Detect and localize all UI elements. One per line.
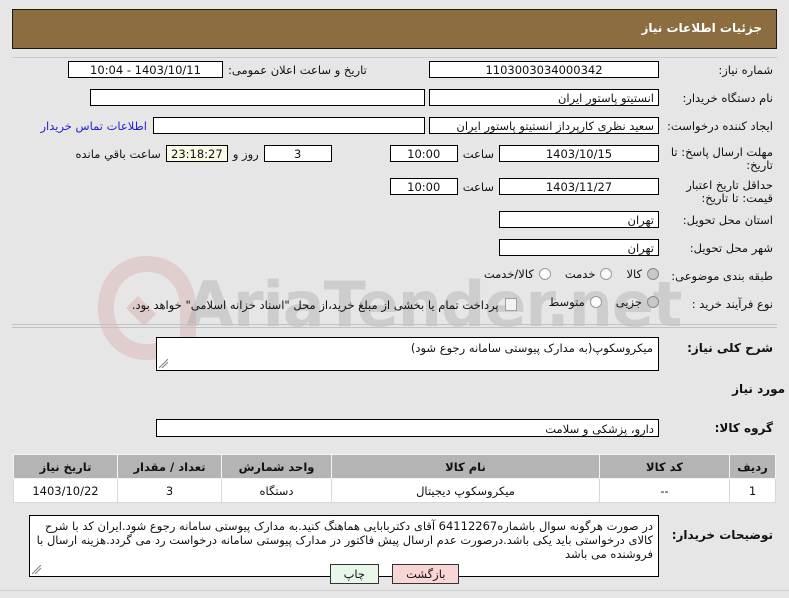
row-response-deadline: مهلت ارسال پاسخ: تا تاریخ: 1403/10/15 سا… xyxy=(12,142,777,175)
row-purchase-process: نوع فرآیند خرید : جزیی متوسط پرداخت تمام… xyxy=(12,292,777,320)
th-name: نام کالا xyxy=(331,454,600,479)
response-deadline-date-field[interactable]: 1403/10/15 xyxy=(499,145,659,162)
resize-grip-icon[interactable] xyxy=(159,359,169,369)
print-button[interactable]: چاپ xyxy=(329,564,380,584)
row-items-table: ردیف کد کالا نام کالا واحد شمارش تعداد /… xyxy=(12,444,777,506)
delivery-city-field[interactable]: تهران xyxy=(499,239,659,256)
buyer-org-label: نام دستگاه خریدار: xyxy=(682,91,773,105)
subject-classification-group: کالا خدمت کالا/خدمت xyxy=(470,267,659,281)
th-row-no: ردیف xyxy=(729,454,776,479)
requester-secondary-field[interactable] xyxy=(153,117,425,134)
cell-row-no: 1 xyxy=(729,478,776,503)
purchase-process-group: جزیی متوسط xyxy=(535,295,659,309)
countdown-timer-field: 23:18:27 xyxy=(165,145,228,162)
row-price-validity: حداقل تاریخ اعتبار قیمت: تا تاریخ: 1403/… xyxy=(12,175,777,208)
price-validity-date-field[interactable]: 1403/11/27 xyxy=(499,178,659,195)
goods-group-label: گروه کالا: xyxy=(714,421,773,435)
goods-group-field[interactable]: دارو، پزشکی و سلامت xyxy=(156,419,659,437)
radio-icon[interactable] xyxy=(600,268,613,280)
need-number-field[interactable]: 1103003034000342 xyxy=(429,61,659,78)
radio-label: متوسط xyxy=(548,295,585,309)
price-validity-time-label: ساعت xyxy=(462,180,494,194)
general-description-label: شرح کلی نیاز: xyxy=(687,341,773,355)
delivery-province-field[interactable]: تهران xyxy=(499,211,659,228)
back-button[interactable]: بازگشت xyxy=(392,564,460,584)
price-validity-label: حداقل تاریخ اعتبار قیمت: تا تاریخ: xyxy=(686,178,773,205)
general-description-value: میکروسکوپ(به مدارک پیوستی سامانه رجوع شو… xyxy=(410,341,653,355)
subject-classification-label: طبقه بندی موضوعی: xyxy=(671,269,773,283)
response-deadline-label: مهلت ارسال پاسخ: تا تاریخ: xyxy=(670,145,773,172)
row-subject-classification: طبقه بندی موضوعی: کالا خدمت کالا/خدمت xyxy=(12,264,777,292)
tender-details-page: AriaTender.net جزئیات اطلاعات نیاز شماره… xyxy=(0,0,789,598)
th-qty: تعداد / مقدار xyxy=(117,454,222,479)
th-need-date: تاریخ نیاز xyxy=(13,454,118,479)
requester-label: ایجاد کننده درخواست: xyxy=(667,119,773,133)
announce-datetime-label: تاریخ و ساعت اعلان عمومی: xyxy=(228,63,367,77)
radio-icon[interactable] xyxy=(538,268,551,280)
details-panel: شماره نیاز: 1103003034000342 تاریخ و ساع… xyxy=(12,57,789,580)
treasury-bonds-checkbox[interactable] xyxy=(504,298,517,311)
general-description-textarea[interactable]: میکروسکوپ(به مدارک پیوستی سامانه رجوع شو… xyxy=(156,337,659,371)
goods-section-title: اطلاعات کالاهاي مورد نیاز xyxy=(732,382,789,396)
row-delivery-city: شهر محل تحویل: تهران xyxy=(12,236,777,264)
row-buyer-org: نام دستگاه خریدار: انستیتو پاستور ایران xyxy=(12,86,777,114)
table-header-row: ردیف کد کالا نام کالا واحد شمارش تعداد /… xyxy=(13,454,776,479)
requester-field[interactable]: سعید نظری کارپرداز انستیتو پاستور ایران xyxy=(429,117,659,134)
radio-label: کالا/خدمت xyxy=(483,267,534,281)
row-goods-group: گروه کالا: دارو، پزشکی و سلامت xyxy=(12,407,777,444)
price-validity-time-field[interactable]: 10:00 xyxy=(389,178,458,195)
buyer-org-secondary-field[interactable] xyxy=(90,89,425,106)
page-banner: جزئیات اطلاعات نیاز xyxy=(12,9,777,49)
remaining-days-label: روز و xyxy=(232,147,259,161)
radio-process-minor[interactable]: جزیی xyxy=(616,295,659,309)
table-row[interactable]: 1 -- میکروسکوپ دیجیتال دستگاه 3 1403/10/… xyxy=(13,478,776,503)
need-number-label: شماره نیاز: xyxy=(718,63,773,77)
radio-classification-goods[interactable]: کالا xyxy=(626,267,659,281)
radio-label: کالا xyxy=(626,267,642,281)
radio-process-medium[interactable]: متوسط xyxy=(549,295,602,309)
announce-datetime-field[interactable]: 1403/10/11 - 10:04 xyxy=(68,61,223,78)
delivery-city-label: شهر محل تحویل: xyxy=(689,241,773,255)
radio-icon[interactable] xyxy=(647,268,659,280)
row-goods-section-title: اطلاعات کالاهاي مورد نیاز xyxy=(12,374,789,407)
row-general-description: شرح کلی نیاز: میکروسکوپ(به مدارک پیوستی … xyxy=(12,328,777,374)
response-deadline-time-field[interactable]: 10:00 xyxy=(389,145,458,162)
countdown-label: ساعت باقي مانده xyxy=(75,147,161,161)
purchase-process-label: نوع فرآیند خرید : xyxy=(691,297,773,311)
items-table: ردیف کد کالا نام کالا واحد شمارش تعداد /… xyxy=(13,454,776,503)
cell-code: -- xyxy=(599,478,730,503)
radio-icon[interactable] xyxy=(647,296,659,308)
radio-label: جزیی xyxy=(615,295,642,309)
cell-qty: 3 xyxy=(117,478,222,503)
cell-need-date: 1403/10/22 xyxy=(13,478,118,503)
buyer-org-field[interactable]: انستیتو پاستور ایران xyxy=(429,89,659,106)
radio-classification-service[interactable]: خدمت xyxy=(565,267,613,281)
radio-label: خدمت xyxy=(564,267,596,281)
action-bar: بازگشت چاپ xyxy=(0,563,789,584)
th-unit: واحد شمارش xyxy=(221,454,332,479)
row-requester: ایجاد کننده درخواست: سعید نظری کارپرداز … xyxy=(12,114,777,142)
delivery-province-label: استان محل تحویل: xyxy=(682,213,773,227)
radio-icon[interactable] xyxy=(589,296,602,308)
cell-name: میکروسکوپ دیجیتال xyxy=(331,478,600,503)
treasury-bonds-note: پرداخت تمام یا بخشی از مبلغ خرید،از محل … xyxy=(131,298,499,312)
page-title: جزئیات اطلاعات نیاز xyxy=(641,21,762,35)
th-code: کد کالا xyxy=(599,454,730,479)
radio-classification-goods-service[interactable]: کالا/خدمت xyxy=(484,267,551,281)
buyer-contact-link[interactable]: اطلاعات تماس خریدار xyxy=(34,117,153,133)
cell-unit: دستگاه xyxy=(221,478,332,503)
buyer-notes-label: توضیحات خریدار: xyxy=(671,528,773,542)
buyer-notes-value: در صورت هرگونه سوال باشماره64112267 آقای… xyxy=(36,519,653,561)
row-delivery-province: استان محل تحویل: تهران xyxy=(12,208,777,236)
divider-1 xyxy=(12,324,777,325)
remaining-days-field: 3 xyxy=(263,145,332,162)
response-deadline-time-label: ساعت xyxy=(462,147,494,161)
row-need-number: شماره نیاز: 1103003034000342 تاریخ و ساع… xyxy=(12,58,777,86)
footer-divider xyxy=(0,590,789,591)
